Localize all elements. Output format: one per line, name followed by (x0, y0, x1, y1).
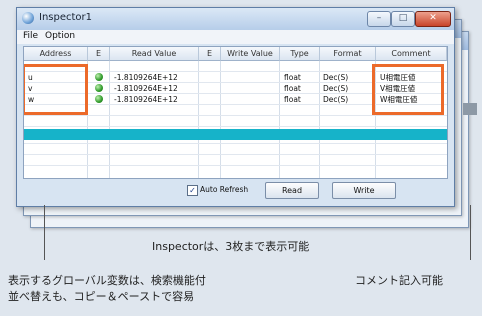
column-header-type[interactable]: Type (280, 47, 320, 61)
app-icon (22, 12, 34, 24)
row-divider (24, 126, 447, 127)
read-status-icon (95, 95, 103, 103)
address-column-highlight (24, 64, 88, 115)
column-divider (109, 61, 110, 178)
column-header-read-value[interactable]: Read Value (110, 47, 199, 61)
selected-row[interactable] (24, 129, 447, 140)
column-divider (279, 61, 280, 178)
comment-note: コメント記入可能 (355, 274, 443, 287)
leader-line (470, 205, 471, 260)
leader-line (44, 205, 45, 260)
menu-option[interactable]: Option (45, 31, 75, 41)
type-cell: float (284, 84, 301, 93)
window-title: Inspector1 (39, 12, 93, 23)
row-divider (24, 115, 447, 116)
type-cell: float (284, 95, 301, 104)
format-cell: Dec(S) (323, 73, 349, 82)
column-divider (198, 61, 199, 178)
read-value-cell: -1.8109264E+12 (114, 73, 178, 82)
global-variable-note-line1: 表示するグローバル変数は、検索機能付 (8, 274, 206, 287)
type-cell: float (284, 73, 301, 82)
auto-refresh-label: Auto Refresh (200, 185, 249, 194)
read-status-icon (95, 84, 103, 92)
read-button[interactable]: Read (265, 182, 319, 199)
write-button[interactable]: Write (332, 182, 396, 199)
format-cell: Dec(S) (323, 95, 349, 104)
read-value-cell: -1.8109264E+12 (114, 84, 178, 93)
column-header-write-value[interactable]: Write Value (221, 47, 280, 61)
grey-tab (463, 103, 477, 115)
menu-bar: File Option (17, 30, 454, 44)
column-header-address[interactable]: Address (24, 47, 88, 61)
row-divider (24, 165, 447, 166)
read-status-icon (95, 73, 103, 81)
comment-column-highlight (372, 64, 444, 115)
column-divider (220, 61, 221, 178)
inspector-note: Inspectorは、3枚まで表示可能 (152, 240, 310, 253)
row-divider (24, 154, 447, 155)
column-header-write-status[interactable]: E (199, 47, 221, 61)
column-header-read-status[interactable]: E (88, 47, 110, 61)
column-header-format[interactable]: Format (320, 47, 376, 61)
close-button[interactable]: ✕ (415, 11, 451, 27)
variable-grid[interactable]: Address E Read Value E Write Value Type … (23, 46, 448, 179)
menu-file[interactable]: File (23, 31, 38, 41)
maximize-button[interactable]: □ (391, 11, 415, 27)
global-variable-note-line2: 並べ替えも、コピー＆ペーストで容易 (8, 290, 195, 303)
title-bar[interactable]: Inspector1 – □ ✕ (17, 8, 454, 30)
column-header-comment[interactable]: Comment (376, 47, 447, 61)
minimize-button[interactable]: – (367, 11, 391, 27)
inspector-window: Inspector1 – □ ✕ File Option Address E R… (16, 7, 455, 207)
column-divider (319, 61, 320, 178)
format-cell: Dec(S) (323, 84, 349, 93)
row-divider (24, 143, 447, 144)
read-value-cell: -1.8109264E+12 (114, 95, 178, 104)
auto-refresh-checkbox[interactable]: ✓ (187, 185, 198, 196)
